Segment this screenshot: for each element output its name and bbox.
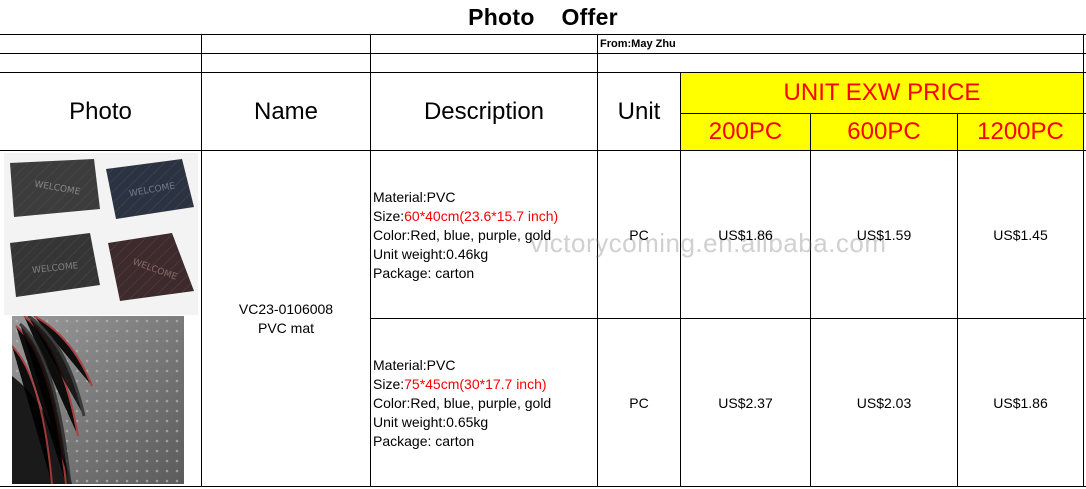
rule-bottom: [0, 486, 1086, 487]
row1-description: Material:PVC Size:60*40cm(23.6*15.7 inch…: [373, 188, 597, 283]
row1-price-600: US$1.59: [856, 226, 912, 243]
mat-black-2: WELCOME: [10, 233, 100, 297]
row2-size: Size:75*45cm(30*17.7 inch): [373, 376, 547, 392]
row1-price-1200: US$1.45: [993, 226, 1048, 243]
row1-color: Color:Red, blue, purple, gold: [373, 227, 552, 243]
row2-description: Material:PVC Size:75*45cm(30*17.7 inch) …: [373, 356, 597, 451]
mat-black: WELCOME: [10, 159, 100, 217]
row2-price-600: US$2.03: [856, 394, 912, 411]
row1-size-value: 60*40cm(23.6*15.7 inch): [404, 208, 559, 224]
mat-brown: WELCOME: [108, 233, 194, 301]
row2-price-1200: US$1.86: [993, 394, 1048, 411]
row1-price-200: US$1.86: [718, 226, 773, 243]
header-unit-exw-price: UNIT EXW PRICE: [681, 73, 1083, 113]
row1-package: Package: carton: [373, 265, 475, 281]
row1-weight: Unit weight:0.46kg: [373, 246, 489, 262]
row1-size: Size:60*40cm(23.6*15.7 inch): [373, 208, 559, 224]
row2-unit: PC: [629, 394, 649, 411]
product-type: PVC mat: [257, 320, 314, 336]
product-photo-closeup: [12, 316, 184, 484]
header-name: Name: [253, 97, 319, 125]
product-code: VC23-0106008: [238, 301, 334, 317]
header-description: Description: [423, 97, 545, 125]
header-qty-200: 200PC: [681, 114, 810, 150]
mat-blue: WELCOME: [106, 159, 194, 219]
row2-weight: Unit weight:0.65kg: [373, 414, 489, 430]
row2-material: Material:PVC: [373, 357, 456, 373]
header-photo: Photo: [69, 97, 132, 125]
rule-2: [0, 53, 1086, 54]
row2-package: Package: carton: [373, 433, 475, 449]
product-photo-mats: WELCOME WELCOME WELCOME WELCOME: [4, 153, 198, 315]
sheet-title: Photo Offer: [468, 4, 618, 30]
from-label: From:May Zhu: [600, 38, 676, 50]
row2-color: Color:Red, blue, purple, gold: [373, 395, 552, 411]
vrule-7: [1083, 34, 1084, 487]
row1-unit: PC: [629, 226, 649, 243]
header-qty-600: 600PC: [811, 114, 957, 150]
header-qty-1200: 1200PC: [958, 114, 1083, 150]
header-unit: Unit: [617, 97, 661, 125]
rule-top: [0, 34, 1086, 35]
row2-price-200: US$2.37: [718, 394, 773, 411]
row1-material: Material:PVC: [373, 189, 456, 205]
row2-size-value: 75*45cm(30*17.7 inch): [404, 376, 547, 392]
product-name: VC23-0106008 PVC mat: [202, 300, 370, 338]
